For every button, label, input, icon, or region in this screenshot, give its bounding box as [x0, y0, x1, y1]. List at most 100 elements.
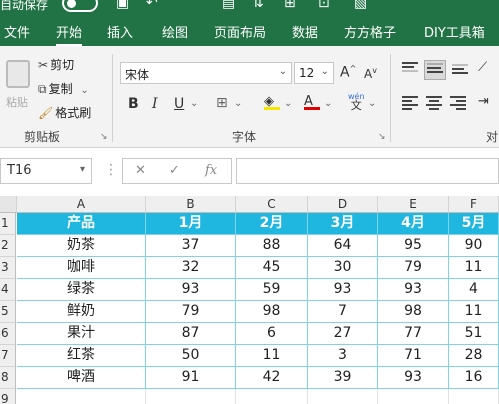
table-cell[interactable]: 11 [449, 257, 499, 279]
format-painter-button[interactable]: 🖌 格式刷 [38, 104, 91, 121]
decrease-font-icon[interactable]: Av [364, 66, 377, 81]
font-color-dropdown-icon[interactable]: ⌄ [324, 98, 332, 109]
header-cell[interactable]: 3月 [308, 213, 378, 235]
column-header-d[interactable]: D [308, 196, 378, 213]
tab-page-layout[interactable]: 页面布局 [214, 22, 266, 41]
table-cell[interactable]: 16 [449, 367, 499, 389]
table-cell[interactable]: 11 [236, 345, 308, 367]
font-size-select[interactable]: 12 ⌄ [294, 62, 334, 84]
cancel-icon[interactable]: ✕ [135, 163, 146, 178]
table-cell[interactable] [449, 389, 499, 404]
table-cell[interactable]: 咖啡 [17, 257, 146, 279]
print-preview-icon[interactable]: ▤ [222, 0, 235, 11]
tab-fangfang[interactable]: 方方格子 [344, 22, 396, 41]
table-cell[interactable]: 42 [236, 367, 308, 389]
row-header-5[interactable]: 5 [0, 301, 16, 323]
orientation-icon[interactable]: ⟋ [478, 60, 487, 75]
table-cell[interactable]: 93 [308, 279, 378, 301]
tab-diy-toolbox[interactable]: DIY工具箱 [424, 22, 485, 41]
table-cell[interactable]: 果汁 [17, 323, 146, 345]
align-top-icon[interactable] [402, 62, 418, 76]
format-painter-icon[interactable]: ⊞ [284, 0, 296, 11]
table-cell[interactable]: 87 [146, 323, 236, 345]
table-cell[interactable]: 红茶 [17, 345, 146, 367]
fill-color-dropdown-icon[interactable]: ⌄ [284, 98, 292, 109]
cut-button[interactable]: ✂ 剪切 [38, 56, 74, 73]
table-cell[interactable]: 28 [449, 345, 499, 367]
table-cell[interactable]: 93 [146, 279, 236, 301]
paste-button[interactable]: 粘贴 [4, 58, 32, 116]
bold-button[interactable]: B [128, 96, 139, 112]
tab-draw[interactable]: 绘图 [162, 22, 188, 41]
table-cell[interactable]: 奶茶 [17, 235, 146, 257]
formula-bar-grip-icon[interactable]: ⋮ [104, 162, 118, 178]
column-header-b[interactable]: B [146, 196, 236, 213]
font-launcher-icon[interactable]: ↘ [378, 132, 386, 142]
row-header-4[interactable]: 4 [0, 279, 16, 301]
table-cell[interactable]: 4 [449, 279, 499, 301]
table-cell[interactable]: 50 [146, 345, 236, 367]
row-header-7[interactable]: 7 [0, 345, 16, 367]
column-header-e[interactable]: E [378, 196, 449, 213]
save-icon[interactable]: ▣ [116, 0, 129, 11]
border-dropdown-icon[interactable]: ⌄ [234, 98, 242, 109]
align-right-icon[interactable] [450, 96, 466, 110]
header-cell[interactable]: 2月 [236, 213, 308, 235]
table-cell[interactable]: 79 [378, 257, 449, 279]
header-cell[interactable]: 产品 [17, 213, 146, 235]
row-header-6[interactable]: 6 [0, 323, 16, 345]
tab-file[interactable]: 文件 [4, 22, 30, 41]
table-cell[interactable]: 79 [146, 301, 236, 323]
sort-icon[interactable]: ⇅ [252, 0, 264, 11]
name-box[interactable]: T16 ▾ [0, 158, 92, 184]
formula-input[interactable] [236, 158, 499, 184]
confirm-icon[interactable]: ✓ [169, 163, 180, 178]
table-cell[interactable] [17, 389, 146, 404]
underline-button[interactable]: U [174, 96, 184, 112]
table-cell[interactable]: 3 [308, 345, 378, 367]
table-cell[interactable]: 11 [449, 301, 499, 323]
table-cell[interactable]: 77 [378, 323, 449, 345]
tab-home[interactable]: 开始 [56, 22, 83, 47]
indent-icon[interactable]: ⇥ [478, 94, 489, 109]
table-cell[interactable]: 30 [308, 257, 378, 279]
undo-icon[interactable]: ↶ [146, 0, 158, 11]
select-all-corner[interactable] [0, 196, 17, 213]
phonetic-dropdown-icon[interactable]: ⌄ [368, 98, 376, 109]
table-cell[interactable]: 91 [146, 367, 236, 389]
table-cell[interactable]: 51 [449, 323, 499, 345]
table-cell[interactable]: 64 [308, 235, 378, 257]
font-name-select[interactable]: 宋体 ⌄ [120, 62, 292, 84]
align-center-icon[interactable] [426, 96, 442, 110]
table-cell[interactable]: 7 [308, 301, 378, 323]
table-cell[interactable]: 37 [146, 235, 236, 257]
autosave-toggle[interactable] [62, 0, 98, 12]
table-cell[interactable] [378, 389, 449, 404]
table-cell[interactable] [236, 389, 308, 404]
table-cell[interactable]: 71 [378, 345, 449, 367]
table-cell[interactable] [308, 389, 378, 404]
phonetic-icon[interactable]: wén 文 [348, 92, 365, 111]
insert-function-icon[interactable]: fx [205, 163, 217, 178]
table-cell[interactable]: 95 [378, 235, 449, 257]
fill-color-icon[interactable]: ◈ [264, 94, 280, 110]
table-cell[interactable]: 鲜奶 [17, 301, 146, 323]
table-cell[interactable]: 98 [236, 301, 308, 323]
tab-insert[interactable]: 插入 [107, 22, 133, 41]
table-cell[interactable]: 32 [146, 257, 236, 279]
row-header-1[interactable]: 1 [0, 213, 16, 235]
align-left-icon[interactable] [402, 96, 418, 110]
clipboard-launcher-icon[interactable]: ↘ [100, 132, 108, 142]
header-cell[interactable]: 4月 [378, 213, 449, 235]
table-cell[interactable]: 59 [236, 279, 308, 301]
table-cell[interactable]: 93 [378, 279, 449, 301]
column-header-c[interactable]: C [236, 196, 308, 213]
table-cell[interactable]: 98 [378, 301, 449, 323]
row-header-9[interactable]: 9 [0, 389, 16, 404]
table-cell[interactable] [146, 389, 236, 404]
italic-button[interactable]: I [152, 96, 158, 112]
table-cell[interactable]: 27 [308, 323, 378, 345]
table-cell[interactable]: 39 [308, 367, 378, 389]
column-header-a[interactable]: A [17, 196, 146, 213]
align-middle-icon[interactable] [424, 60, 446, 80]
